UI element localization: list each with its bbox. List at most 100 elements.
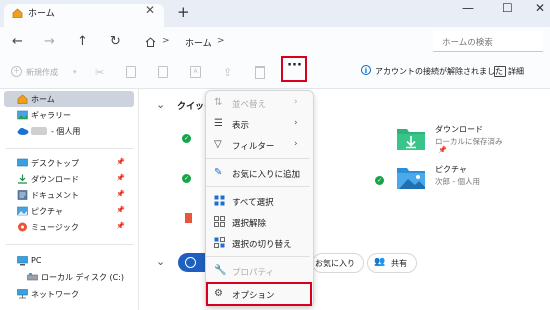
chevron-down-icon: ▾ bbox=[73, 68, 77, 76]
chevron-right-icon: › bbox=[294, 139, 298, 149]
delete-icon[interactable] bbox=[255, 66, 265, 79]
menu-item-label: 並べ替え bbox=[232, 100, 267, 110]
view-icon: ☰ bbox=[214, 118, 223, 129]
sidebar-item-music[interactable]: ミュージック 📌 bbox=[4, 219, 134, 235]
chevron-right-icon: › bbox=[294, 97, 298, 107]
pin-icon: 📌 bbox=[116, 222, 125, 230]
pill-label: お気に入り bbox=[315, 259, 355, 268]
sidebar-item-desktop[interactable]: デスクトップ 📌 bbox=[4, 155, 134, 171]
sidebar-item-network[interactable]: ネットワーク bbox=[4, 286, 134, 302]
menu-item-add-favorite[interactable]: ✎ お気に入りに追加 bbox=[210, 163, 308, 183]
document-icon bbox=[17, 190, 28, 200]
pin-icon: 📌 bbox=[116, 158, 125, 166]
picture-icon bbox=[17, 206, 28, 216]
breadcrumb-home[interactable]: ホーム bbox=[185, 36, 212, 49]
onedrive-icon bbox=[17, 126, 29, 136]
home-icon bbox=[17, 94, 28, 104]
menu-separator bbox=[206, 186, 310, 187]
folder-name[interactable]: ダウンロード bbox=[435, 124, 483, 135]
cut-icon[interactable]: ✂ bbox=[95, 66, 104, 79]
menu-separator bbox=[206, 158, 310, 159]
pin-icon: ✎ bbox=[214, 167, 223, 178]
pictures-folder-icon[interactable] bbox=[396, 164, 426, 190]
sidebar-item-label: PC bbox=[31, 256, 42, 265]
sidebar-item-downloads[interactable]: ダウンロード 📌 bbox=[4, 171, 134, 187]
maximize-button[interactable]: ☐ bbox=[502, 1, 513, 15]
more-button-highlight bbox=[281, 56, 307, 82]
sidebar-item-local-disk[interactable]: ローカル ディスク (C:) bbox=[14, 269, 144, 285]
sidebar-item-label: ドキュメント bbox=[31, 191, 79, 200]
account-notice[interactable]: アカウントの接続が解除されました bbox=[375, 66, 503, 77]
address-bar[interactable] bbox=[133, 31, 423, 51]
downloads-folder-icon[interactable] bbox=[396, 125, 426, 151]
menu-item-filter[interactable]: ▽ フィルター › bbox=[210, 135, 308, 155]
menu-item-select-all[interactable]: すべて選択 bbox=[210, 191, 308, 211]
favorites-pill[interactable]: お気に入り bbox=[312, 253, 364, 273]
info-icon: i bbox=[361, 65, 371, 75]
download-icon bbox=[17, 174, 28, 184]
breadcrumb-separator: > bbox=[162, 36, 170, 46]
pin-icon: 📌 bbox=[116, 174, 125, 182]
menu-item-label: 選択解除 bbox=[232, 219, 267, 229]
chevron-down-icon[interactable]: ⌄ bbox=[156, 98, 165, 111]
sidebar-item-home[interactable]: ホーム bbox=[4, 91, 134, 107]
sort-icon: ⇅ bbox=[214, 97, 223, 108]
menu-item-invert-selection[interactable]: 選択の切り替え bbox=[210, 233, 308, 253]
menu-item-label: プロパティ bbox=[232, 268, 274, 278]
chevron-down-icon[interactable]: ⌄ bbox=[156, 255, 165, 268]
sidebar-item-label: - 個人用 bbox=[51, 127, 81, 136]
sidebar-item-pc[interactable]: PC bbox=[4, 253, 134, 269]
sidebar-item-label: デスクトップ bbox=[31, 159, 79, 168]
breadcrumb-separator-end[interactable]: > bbox=[217, 36, 225, 46]
shared-pill[interactable]: 👥 共有 bbox=[367, 253, 417, 273]
network-icon bbox=[17, 289, 28, 299]
close-button[interactable]: ✕ bbox=[535, 1, 545, 15]
tab-close-button[interactable]: ✕ bbox=[145, 3, 155, 17]
folder-name[interactable]: ピクチャ bbox=[435, 164, 467, 175]
clock-icon bbox=[185, 257, 196, 268]
desktop-icon bbox=[17, 158, 28, 168]
back-button[interactable]: ← bbox=[12, 34, 23, 49]
options-highlight bbox=[206, 282, 312, 306]
blurred-account-name bbox=[31, 127, 47, 135]
menu-item-sort[interactable]: ⇅ 並べ替え › bbox=[210, 93, 308, 113]
filter-icon: ▽ bbox=[214, 139, 222, 150]
up-button[interactable]: ↑ bbox=[77, 34, 88, 49]
people-icon: 👥 bbox=[374, 257, 386, 267]
search-placeholder[interactable]: ホームの検索 bbox=[442, 36, 493, 48]
tab-title: ホーム bbox=[28, 9, 55, 19]
sync-check-icon: ✓ bbox=[182, 174, 191, 183]
menu-item-label: 選択の切り替え bbox=[232, 240, 292, 250]
details-button[interactable]: 詳細 bbox=[508, 66, 524, 77]
menu-item-properties[interactable]: 🔧 プロパティ bbox=[210, 261, 308, 281]
sidebar-item-onedrive[interactable]: - 個人用 bbox=[4, 123, 134, 139]
sidebar-item-documents[interactable]: ドキュメント 📌 bbox=[4, 187, 134, 203]
forward-button[interactable]: → bbox=[44, 34, 55, 49]
new-tab-button[interactable]: + bbox=[177, 3, 190, 21]
home-icon bbox=[12, 8, 23, 18]
sidebar-item-gallery[interactable]: ギャラリー bbox=[4, 107, 134, 123]
minimize-button[interactable]: — bbox=[462, 1, 474, 15]
menu-item-view[interactable]: ☰ 表示 › bbox=[210, 114, 308, 134]
sidebar-divider bbox=[6, 148, 134, 149]
copy-icon[interactable] bbox=[126, 66, 136, 78]
sidebar-item-label: ネットワーク bbox=[31, 290, 79, 299]
pill-label: 共有 bbox=[391, 259, 407, 268]
menu-separator bbox=[206, 256, 310, 257]
paste-icon[interactable] bbox=[158, 66, 168, 78]
menu-item-label: すべて選択 bbox=[232, 198, 274, 208]
recent-pill[interactable] bbox=[178, 253, 208, 272]
sidebar-item-pictures[interactable]: ピクチャ 📌 bbox=[4, 203, 134, 219]
menu-item-select-none[interactable]: 選択解除 bbox=[210, 212, 308, 232]
rename-icon[interactable]: A bbox=[190, 66, 201, 78]
gallery-icon bbox=[17, 110, 28, 120]
sidebar-divider bbox=[6, 244, 134, 245]
share-icon[interactable]: ⇪ bbox=[223, 66, 232, 79]
sidebar-item-label: ダウンロード bbox=[31, 175, 79, 184]
refresh-button[interactable]: ↻ bbox=[110, 34, 121, 49]
menu-item-label: フィルター bbox=[232, 142, 275, 152]
disk-icon bbox=[27, 272, 38, 282]
sidebar-item-label: ホーム bbox=[31, 95, 55, 104]
new-button[interactable]: 新規作成 bbox=[26, 67, 58, 78]
music-icon bbox=[17, 222, 28, 232]
